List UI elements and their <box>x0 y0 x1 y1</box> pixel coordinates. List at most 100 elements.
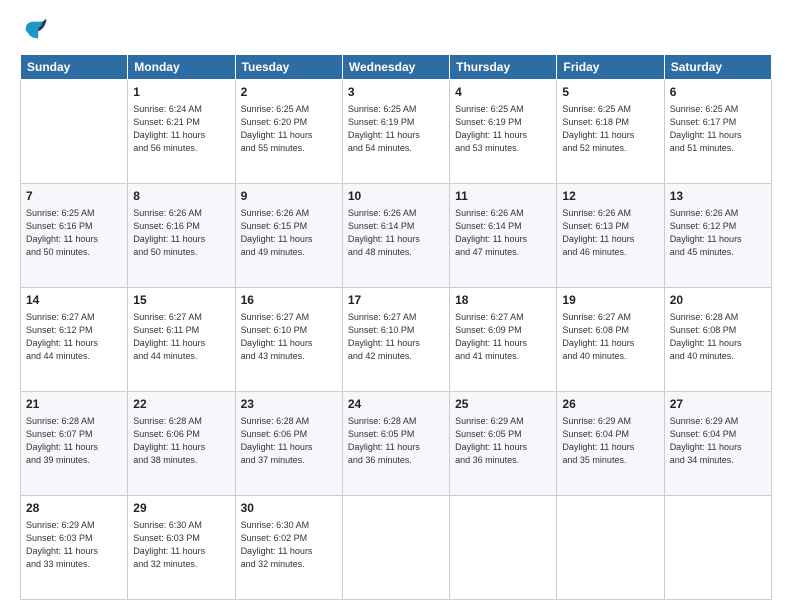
day-number: 10 <box>348 188 444 205</box>
day-number: 23 <box>241 396 337 413</box>
table-row: 25 Sunrise: 6:29 AMSunset: 6:05 PMDayligh… <box>450 392 557 496</box>
table-row: 7 Sunrise: 6:25 AMSunset: 6:16 PMDaylight… <box>21 184 128 288</box>
col-header-friday: Friday <box>557 55 664 80</box>
day-number: 13 <box>670 188 766 205</box>
table-row: 16 Sunrise: 6:27 AMSunset: 6:10 PMDayligh… <box>235 288 342 392</box>
day-number: 16 <box>241 292 337 309</box>
table-row: 8 Sunrise: 6:26 AMSunset: 6:16 PMDaylight… <box>128 184 235 288</box>
table-row: 6 Sunrise: 6:25 AMSunset: 6:17 PMDaylight… <box>664 80 771 184</box>
day-number: 29 <box>133 500 229 517</box>
table-row: 3 Sunrise: 6:25 AMSunset: 6:19 PMDaylight… <box>342 80 449 184</box>
page: SundayMondayTuesdayWednesdayThursdayFrid… <box>0 0 792 612</box>
day-info: Sunrise: 6:27 AMSunset: 6:09 PMDaylight:… <box>455 311 551 363</box>
col-header-sunday: Sunday <box>21 55 128 80</box>
day-number: 21 <box>26 396 122 413</box>
day-info: Sunrise: 6:25 AMSunset: 6:19 PMDaylight:… <box>348 103 444 155</box>
day-info: Sunrise: 6:30 AMSunset: 6:03 PMDaylight:… <box>133 519 229 571</box>
table-row: 29 Sunrise: 6:30 AMSunset: 6:03 PMDayligh… <box>128 496 235 600</box>
day-number: 2 <box>241 84 337 101</box>
day-info: Sunrise: 6:29 AMSunset: 6:04 PMDaylight:… <box>562 415 658 467</box>
day-number: 24 <box>348 396 444 413</box>
table-row <box>342 496 449 600</box>
col-header-tuesday: Tuesday <box>235 55 342 80</box>
header <box>20 16 772 44</box>
table-row: 18 Sunrise: 6:27 AMSunset: 6:09 PMDayligh… <box>450 288 557 392</box>
day-number: 25 <box>455 396 551 413</box>
col-header-monday: Monday <box>128 55 235 80</box>
day-number: 30 <box>241 500 337 517</box>
table-row: 1Sunrise: 6:24 AMSunset: 6:21 PMDaylight… <box>128 80 235 184</box>
day-info: Sunrise: 6:25 AMSunset: 6:17 PMDaylight:… <box>670 103 766 155</box>
day-number: 27 <box>670 396 766 413</box>
table-row <box>664 496 771 600</box>
day-number: 19 <box>562 292 658 309</box>
table-row: 26 Sunrise: 6:29 AMSunset: 6:04 PMDayligh… <box>557 392 664 496</box>
day-info: Sunrise: 6:26 AMSunset: 6:14 PMDaylight:… <box>455 207 551 259</box>
day-number: 17 <box>348 292 444 309</box>
day-info: Sunrise: 6:26 AMSunset: 6:14 PMDaylight:… <box>348 207 444 259</box>
table-row: 28 Sunrise: 6:29 AMSunset: 6:03 PMDayligh… <box>21 496 128 600</box>
day-info: Sunrise: 6:27 AMSunset: 6:10 PMDaylight:… <box>241 311 337 363</box>
day-info: Sunrise: 6:27 AMSunset: 6:11 PMDaylight:… <box>133 311 229 363</box>
day-info: Sunrise: 6:29 AMSunset: 6:03 PMDaylight:… <box>26 519 122 571</box>
day-number: 1 <box>133 84 229 101</box>
day-info: Sunrise: 6:26 AMSunset: 6:12 PMDaylight:… <box>670 207 766 259</box>
table-row: 11 Sunrise: 6:26 AMSunset: 6:14 PMDayligh… <box>450 184 557 288</box>
day-number: 28 <box>26 500 122 517</box>
table-row: 13 Sunrise: 6:26 AMSunset: 6:12 PMDayligh… <box>664 184 771 288</box>
table-row: 4 Sunrise: 6:25 AMSunset: 6:19 PMDaylight… <box>450 80 557 184</box>
day-number: 4 <box>455 84 551 101</box>
day-info: Sunrise: 6:28 AMSunset: 6:06 PMDaylight:… <box>241 415 337 467</box>
day-number: 9 <box>241 188 337 205</box>
day-info: Sunrise: 6:28 AMSunset: 6:06 PMDaylight:… <box>133 415 229 467</box>
day-info: Sunrise: 6:25 AMSunset: 6:19 PMDaylight:… <box>455 103 551 155</box>
table-row: 21 Sunrise: 6:28 AMSunset: 6:07 PMDayligh… <box>21 392 128 496</box>
day-info: Sunrise: 6:26 AMSunset: 6:16 PMDaylight:… <box>133 207 229 259</box>
table-row: 5 Sunrise: 6:25 AMSunset: 6:18 PMDaylight… <box>557 80 664 184</box>
day-number: 18 <box>455 292 551 309</box>
table-row: 15 Sunrise: 6:27 AMSunset: 6:11 PMDayligh… <box>128 288 235 392</box>
day-info: Sunrise: 6:26 AMSunset: 6:15 PMDaylight:… <box>241 207 337 259</box>
table-row: 20 Sunrise: 6:28 AMSunset: 6:08 PMDayligh… <box>664 288 771 392</box>
table-row <box>450 496 557 600</box>
day-info: Sunrise: 6:28 AMSunset: 6:05 PMDaylight:… <box>348 415 444 467</box>
day-number: 7 <box>26 188 122 205</box>
day-info: Sunrise: 6:28 AMSunset: 6:08 PMDaylight:… <box>670 311 766 363</box>
day-number: 12 <box>562 188 658 205</box>
logo <box>20 16 52 44</box>
table-row: 2 Sunrise: 6:25 AMSunset: 6:20 PMDaylight… <box>235 80 342 184</box>
table-row <box>557 496 664 600</box>
day-info: Sunrise: 6:26 AMSunset: 6:13 PMDaylight:… <box>562 207 658 259</box>
day-number: 14 <box>26 292 122 309</box>
day-info: Sunrise: 6:25 AMSunset: 6:16 PMDaylight:… <box>26 207 122 259</box>
day-info: Sunrise: 6:28 AMSunset: 6:07 PMDaylight:… <box>26 415 122 467</box>
day-number: 3 <box>348 84 444 101</box>
table-row: 23 Sunrise: 6:28 AMSunset: 6:06 PMDayligh… <box>235 392 342 496</box>
col-header-thursday: Thursday <box>450 55 557 80</box>
day-number: 15 <box>133 292 229 309</box>
day-info: Sunrise: 6:25 AMSunset: 6:20 PMDaylight:… <box>241 103 337 155</box>
day-number: 26 <box>562 396 658 413</box>
table-row: 19 Sunrise: 6:27 AMSunset: 6:08 PMDayligh… <box>557 288 664 392</box>
day-info: Sunrise: 6:27 AMSunset: 6:10 PMDaylight:… <box>348 311 444 363</box>
day-number: 8 <box>133 188 229 205</box>
table-row <box>21 80 128 184</box>
col-header-wednesday: Wednesday <box>342 55 449 80</box>
table-row: 22Sunrise: 6:28 AMSunset: 6:06 PMDayligh… <box>128 392 235 496</box>
day-info: Sunrise: 6:27 AMSunset: 6:12 PMDaylight:… <box>26 311 122 363</box>
table-row: 24 Sunrise: 6:28 AMSunset: 6:05 PMDayligh… <box>342 392 449 496</box>
day-number: 5 <box>562 84 658 101</box>
day-info: Sunrise: 6:29 AMSunset: 6:04 PMDaylight:… <box>670 415 766 467</box>
day-info: Sunrise: 6:25 AMSunset: 6:18 PMDaylight:… <box>562 103 658 155</box>
day-info: Sunrise: 6:30 AMSunset: 6:02 PMDaylight:… <box>241 519 337 571</box>
table-row: 27 Sunrise: 6:29 AMSunset: 6:04 PMDayligh… <box>664 392 771 496</box>
day-info: Sunrise: 6:27 AMSunset: 6:08 PMDaylight:… <box>562 311 658 363</box>
table-row: 10 Sunrise: 6:26 AMSunset: 6:14 PMDayligh… <box>342 184 449 288</box>
table-row: 14 Sunrise: 6:27 AMSunset: 6:12 PMDayligh… <box>21 288 128 392</box>
day-info: Sunrise: 6:29 AMSunset: 6:05 PMDaylight:… <box>455 415 551 467</box>
day-number: 11 <box>455 188 551 205</box>
table-row: 17 Sunrise: 6:27 AMSunset: 6:10 PMDayligh… <box>342 288 449 392</box>
table-row: 30 Sunrise: 6:30 AMSunset: 6:02 PMDayligh… <box>235 496 342 600</box>
day-number: 6 <box>670 84 766 101</box>
day-number: 20 <box>670 292 766 309</box>
